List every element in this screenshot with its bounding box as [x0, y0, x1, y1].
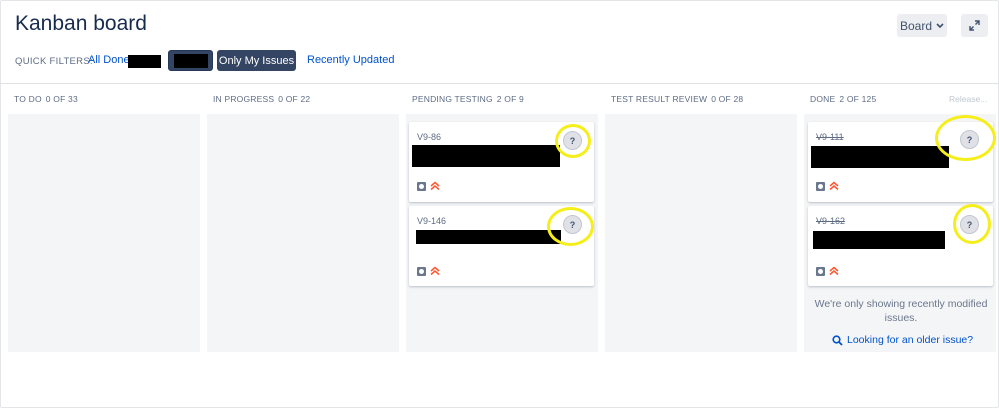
redacted-summary	[412, 145, 560, 167]
column-count: 0 OF 28	[711, 94, 744, 104]
filter-only-my-issues[interactable]: Only My Issues	[217, 50, 296, 71]
quick-filters-label: QUICK FILTERS:	[15, 56, 93, 67]
column-header-todo: TO DO 0 OF 33	[14, 94, 78, 104]
issue-type-icon	[816, 182, 825, 191]
issue-type-icon	[417, 182, 426, 191]
column-header-in-progress: IN PROGRESS 0 OF 22	[213, 94, 310, 104]
filter-all-done[interactable]: All Done	[88, 54, 130, 66]
column-name: DONE	[810, 94, 836, 104]
priority-highest-icon	[430, 181, 440, 191]
column-name: TEST RESULT REVIEW	[611, 94, 708, 104]
column-count: 2 OF 9	[496, 94, 524, 104]
column-todo[interactable]	[8, 114, 200, 352]
column-name: IN PROGRESS	[213, 94, 275, 104]
issue-key[interactable]: V9-162	[816, 216, 845, 226]
column-count: 0 OF 33	[45, 94, 78, 104]
priority-highest-icon	[430, 266, 440, 276]
expand-arrows-icon	[969, 20, 980, 31]
column-count: 0 OF 22	[278, 94, 311, 104]
redacted-summary	[416, 230, 561, 244]
redacted-summary	[811, 146, 949, 168]
filter-recently-updated[interactable]: Recently Updated	[307, 54, 394, 66]
issue-key[interactable]: V9-86	[417, 132, 441, 142]
older-issue-label[interactable]: Looking for an older issue?	[847, 334, 973, 346]
page-title: Kanban board	[15, 12, 147, 35]
column-in-progress[interactable]	[207, 114, 399, 352]
redacted-filter	[128, 55, 161, 68]
priority-highest-icon	[829, 266, 839, 276]
chevron-down-icon	[936, 22, 944, 28]
issue-key[interactable]: V9-111	[816, 132, 844, 142]
expand-button[interactable]	[961, 14, 988, 37]
priority-highest-icon	[829, 181, 839, 191]
column-header-pending-testing: PENDING TESTING 2 OF 9	[412, 94, 524, 104]
redacted-filter-button[interactable]	[168, 50, 213, 71]
issue-key[interactable]: V9-146	[417, 216, 446, 226]
older-issue-link[interactable]: Looking for an older issue?	[832, 334, 973, 346]
column-header-test-result-review: TEST RESULT REVIEW 0 OF 28	[611, 94, 743, 104]
redacted-block	[173, 53, 208, 68]
board-button-label: Board	[899, 18, 933, 33]
recent-issues-note: We're only showing recently modified iss…	[814, 298, 988, 324]
column-name: PENDING TESTING	[412, 94, 493, 104]
column-header-done: DONE 2 OF 125	[810, 94, 876, 104]
header-divider	[0, 83, 999, 84]
search-icon	[832, 334, 843, 346]
column-count: 2 OF 125	[839, 94, 877, 104]
column-test-result-review[interactable]	[605, 114, 797, 352]
board-menu-button[interactable]: Board	[897, 14, 947, 37]
highlight-ring	[953, 204, 991, 244]
highlight-ring	[547, 207, 594, 246]
highlight-ring	[935, 115, 996, 161]
issue-type-icon	[816, 267, 825, 276]
highlight-ring	[555, 124, 591, 158]
column-name: TO DO	[14, 94, 42, 104]
issue-type-icon	[417, 267, 426, 276]
release-link[interactable]: Release...	[949, 94, 987, 104]
redacted-summary	[813, 231, 945, 249]
